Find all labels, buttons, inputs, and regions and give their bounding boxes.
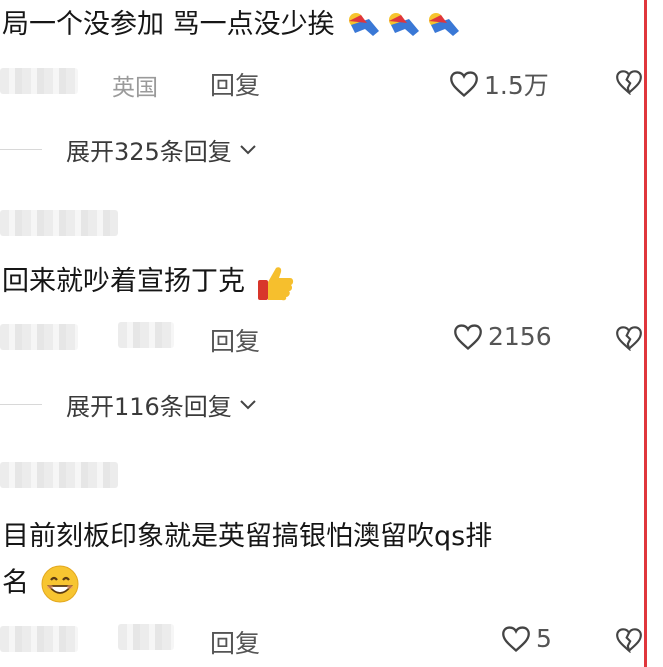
flying-person-emoji xyxy=(349,12,380,36)
thumbs-up-emoji xyxy=(257,266,293,300)
emoji-group xyxy=(256,264,296,302)
divider-line xyxy=(0,149,42,150)
blurred-username xyxy=(0,210,118,236)
expand-replies-label: 展开116条回复 xyxy=(66,393,232,421)
blurred-username xyxy=(0,462,118,488)
comment-meta-row: 回复 2156 xyxy=(0,318,644,358)
comment-meta-row: 英国 回复 1.5万 xyxy=(0,62,644,102)
expand-replies-button[interactable]: 展开325条回复 xyxy=(66,132,258,167)
heart-icon xyxy=(454,323,482,350)
divider-line xyxy=(0,404,42,405)
reply-button[interactable]: 回复 xyxy=(210,322,260,358)
blurred-username xyxy=(0,68,78,94)
reply-button[interactable]: 回复 xyxy=(210,66,260,102)
emoji-group xyxy=(345,9,465,43)
heart-icon xyxy=(450,71,478,97)
like-count: 5 xyxy=(536,624,552,653)
comment-text: 回来就吵着宣扬丁克 xyxy=(2,263,296,302)
expand-replies-button[interactable]: 展开116条回复 xyxy=(66,387,258,422)
blurred-username xyxy=(0,626,78,652)
like-count: 2156 xyxy=(488,322,552,351)
broken-heart-icon[interactable] xyxy=(614,627,644,653)
heart-icon xyxy=(502,625,530,652)
blurred-username xyxy=(0,324,78,350)
broken-heart-icon[interactable] xyxy=(614,69,644,95)
chevron-down-icon xyxy=(240,144,256,154)
chevron-down-icon xyxy=(240,399,256,409)
flying-person-emoji xyxy=(389,12,420,36)
expand-replies-label: 展开325条回复 xyxy=(66,138,232,166)
reply-button[interactable]: 回复 xyxy=(210,624,260,660)
like-button[interactable]: 5 xyxy=(500,624,552,653)
grinning-face-emoji xyxy=(41,565,79,603)
emoji-group xyxy=(40,564,80,604)
comment-text: 目前刻板印象就是英留搞银怕澳留吹qs排 xyxy=(2,521,493,552)
broken-heart-icon[interactable] xyxy=(614,325,644,351)
comment-text: 局一个没参加 骂一点没少挨 xyxy=(2,6,465,44)
comment-text-line-2: 名 xyxy=(2,564,80,604)
like-count: 1.5万 xyxy=(484,71,549,100)
like-button[interactable]: 2156 xyxy=(452,322,552,351)
blurred-location xyxy=(118,322,174,348)
right-edge-accent-line xyxy=(644,0,647,667)
like-button[interactable]: 1.5万 xyxy=(448,66,549,102)
flying-person-emoji xyxy=(429,12,460,36)
comment-meta-row: 回复 5 xyxy=(0,620,644,660)
blurred-location xyxy=(118,624,174,650)
location-label: 英国 xyxy=(112,75,158,101)
